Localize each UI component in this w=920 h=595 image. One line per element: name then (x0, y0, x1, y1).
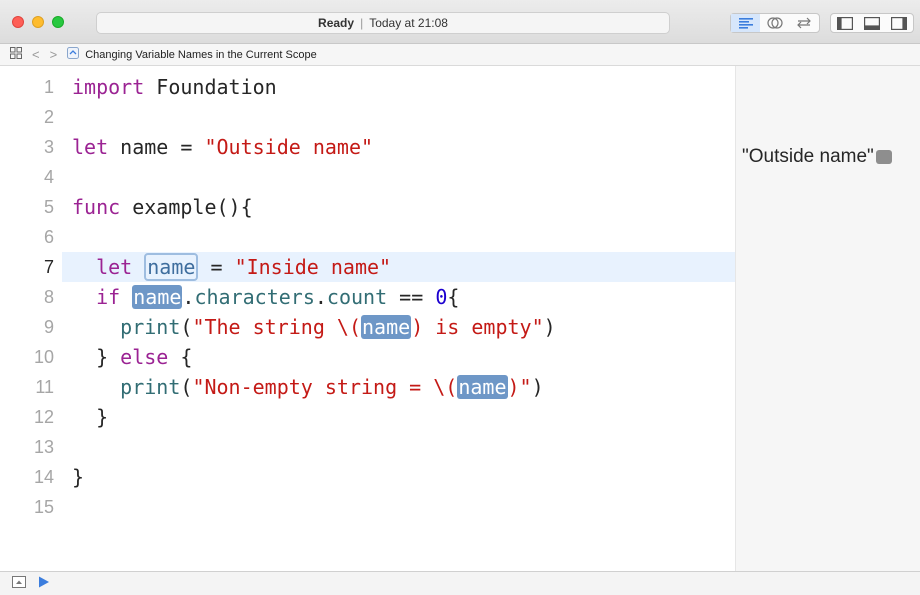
code-token: 0 (435, 285, 448, 309)
back-button[interactable]: < (32, 47, 40, 62)
code-token: ( (180, 375, 193, 399)
code-token: name = (108, 135, 205, 159)
code-token: . (182, 285, 195, 309)
highlighted-identifier: name (361, 315, 412, 339)
line-number: 9 (43, 317, 54, 337)
result-line-3: "Outside name" (742, 146, 892, 168)
line-number: 14 (33, 467, 54, 487)
code-token: "Non-empty string = \( (192, 375, 458, 399)
code-token: } (72, 345, 121, 369)
code-token: if (96, 285, 121, 309)
editor-mode-control (730, 13, 820, 33)
highlighted-identifier: name (132, 285, 183, 309)
related-items-grid-icon[interactable] (10, 47, 22, 62)
line-number: 15 (33, 497, 54, 517)
code-token: } (72, 405, 109, 429)
line-number: 5 (43, 197, 54, 217)
debug-area-icon[interactable] (858, 14, 885, 32)
code-token: Foundation (144, 75, 277, 99)
assistant-editor-icon[interactable] (760, 14, 789, 32)
code-token: import (72, 75, 145, 99)
forward-button[interactable]: > (50, 47, 58, 62)
status-time: Today at 21:08 (369, 16, 448, 30)
code-token: } (72, 465, 85, 489)
debug-bar (0, 571, 920, 595)
results-sidebar: "Outside name" (735, 66, 920, 571)
code-token: ) is empty" (411, 315, 544, 339)
code-token: else (120, 345, 169, 369)
code-token: ) (531, 375, 544, 399)
navigator-panel-icon[interactable] (831, 14, 858, 32)
code-line[interactable]: let name = "Outside name" (72, 132, 373, 162)
code-line[interactable]: } (72, 402, 108, 432)
line-number: 12 (33, 407, 54, 427)
code-token: ) (543, 315, 556, 339)
line-number: 2 (43, 107, 54, 127)
code-token: )" (507, 375, 532, 399)
line-number: 10 (33, 347, 54, 367)
line-number: 7 (43, 257, 54, 277)
code-token: let (72, 135, 109, 159)
code-editor[interactable]: import Foundation let name = "Outside nam… (62, 66, 735, 571)
code-line[interactable]: if name.characters.count == 0{ (72, 282, 459, 312)
code-token: == (387, 285, 436, 309)
code-line[interactable]: print("The string \(name) is empty") (72, 312, 556, 342)
code-token: . (314, 285, 327, 309)
code-token: let (96, 255, 133, 279)
hide-debug-area-icon[interactable] (12, 575, 26, 593)
line-number-gutter: 1 2 3 4 5 6 7 8 9 10 11 12 13 14 15 (0, 66, 62, 571)
zoom-window-button[interactable] (52, 16, 64, 28)
code-token: "Outside name" (204, 135, 374, 159)
code-token: count (326, 285, 388, 309)
code-token: example(){ (120, 195, 253, 219)
line-number: 11 (35, 377, 54, 397)
playground-file-icon (67, 47, 80, 62)
code-token: { (447, 285, 460, 309)
highlighted-identifier: name (457, 375, 508, 399)
line-number: 1 (43, 77, 54, 97)
minimize-window-button[interactable] (32, 16, 44, 28)
line-number: 4 (43, 167, 54, 187)
quick-look-icon[interactable] (875, 149, 892, 164)
code-line[interactable]: } (72, 462, 84, 492)
status-separator: | (360, 16, 364, 30)
line-number: 6 (43, 227, 54, 247)
line-number: 3 (43, 137, 54, 157)
code-token: print (120, 375, 181, 399)
code-token: = (198, 255, 235, 279)
code-line[interactable]: print("Non-empty string = \(name)") (72, 372, 544, 402)
line-number: 13 (33, 437, 54, 457)
panel-toggle-control (830, 13, 914, 33)
activity-status-bar: Ready | Today at 21:08 (96, 12, 670, 34)
jumpbar-file-name[interactable]: Changing Variable Names in the Current S… (85, 49, 317, 61)
jump-bar: < > Changing Variable Names in the Curre… (0, 44, 920, 66)
result-value: "Outside name" (742, 146, 874, 167)
standard-editor-icon[interactable] (731, 14, 761, 32)
code-line[interactable]: let name = "Inside name" (72, 252, 391, 282)
code-token: { (168, 345, 193, 369)
code-token: print (120, 315, 181, 339)
code-token: ( (180, 315, 193, 339)
code-token: func (72, 195, 121, 219)
window-titlebar: Ready | Today at 21:08 (0, 0, 920, 44)
close-window-button[interactable] (12, 16, 24, 28)
code-line[interactable]: func example(){ (72, 192, 253, 222)
play-icon[interactable] (38, 575, 50, 593)
code-token: characters (194, 285, 315, 309)
utilities-panel-icon[interactable] (886, 14, 913, 32)
highlighted-identifier: name (144, 253, 199, 281)
code-line[interactable]: } else { (72, 342, 192, 372)
status-state: Ready (318, 16, 355, 30)
code-line[interactable]: import Foundation (72, 72, 277, 102)
code-token: "Inside name" (234, 255, 392, 279)
line-number: 8 (43, 287, 54, 307)
version-editor-icon[interactable] (790, 14, 819, 32)
code-token: "The string \( (192, 315, 362, 339)
